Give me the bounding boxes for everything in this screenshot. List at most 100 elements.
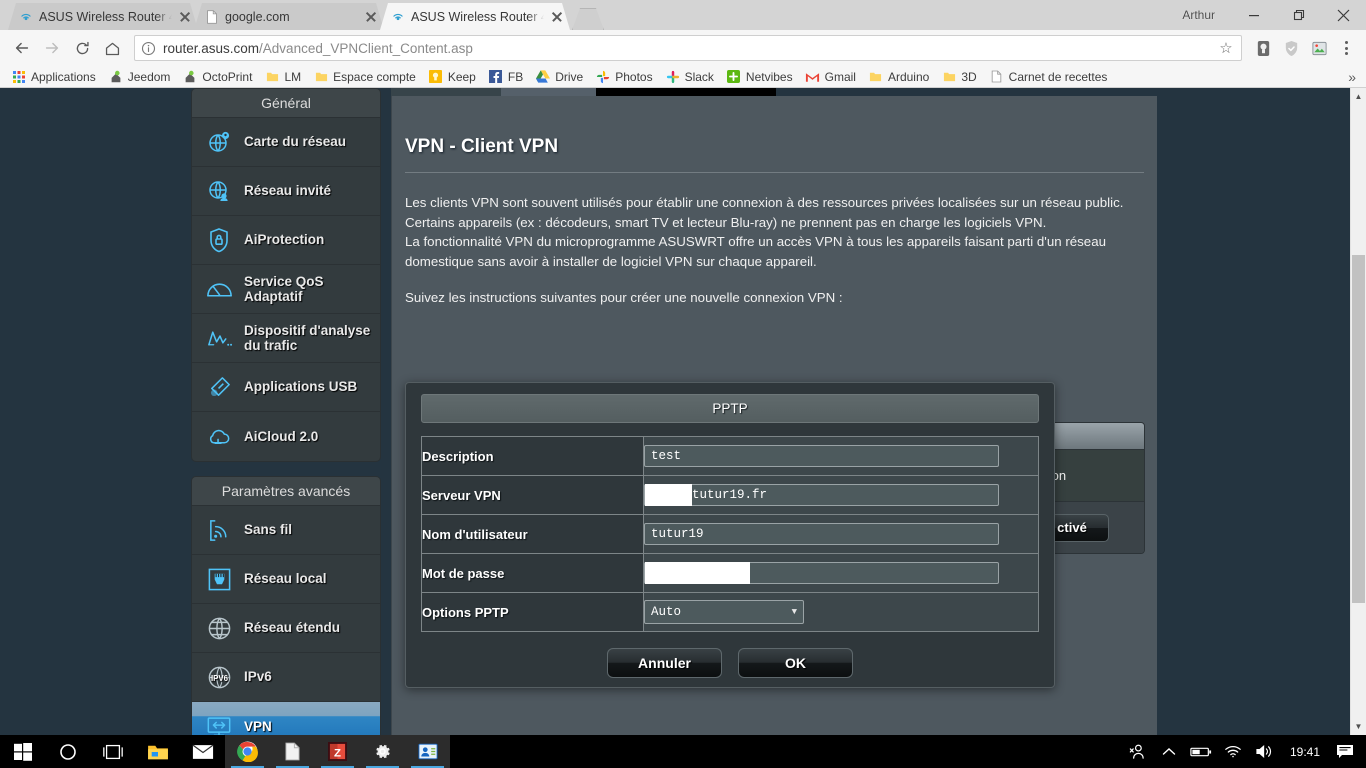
bookmark-jeedom[interactable]: Jeedom: [103, 68, 176, 86]
close-icon[interactable]: [364, 10, 378, 24]
window-user-label[interactable]: Arthur: [1182, 8, 1215, 22]
windows-start-icon[interactable]: [0, 735, 45, 768]
notepad-icon[interactable]: [270, 735, 315, 768]
ok-button[interactable]: OK: [738, 648, 853, 678]
bookmark-slack[interactable]: Slack: [660, 68, 719, 86]
bookmark-netvibes[interactable]: Netvibes: [721, 68, 798, 86]
extension-shield-icon[interactable]: [1278, 35, 1304, 61]
taskbar-clock[interactable]: 19:41: [1282, 745, 1328, 759]
file-explorer-icon[interactable]: [135, 735, 180, 768]
sidebar-item-reseau-etendu[interactable]: Réseau étendu: [192, 604, 380, 653]
form-field-description: test: [643, 436, 1039, 476]
extension-keep-icon[interactable]: [1250, 35, 1276, 61]
bookmark-label: Slack: [684, 69, 714, 84]
bookmark-label: Carnet de recettes: [1008, 69, 1108, 84]
volume-icon[interactable]: [1250, 735, 1280, 768]
back-icon[interactable]: [8, 34, 36, 62]
action-center-icon[interactable]: [1330, 735, 1360, 768]
bookmark-espace-compte[interactable]: Espace compte: [308, 68, 421, 86]
show-hidden-chevron-icon[interactable]: [1154, 735, 1184, 768]
sidebar-item-aiprotection[interactable]: AiProtection: [192, 216, 380, 265]
sidebar-item-dispositif-danalyse-du-trafic[interactable]: Dispositif d'analyse du trafic: [192, 314, 380, 363]
bookmark-star-icon[interactable]: ☆: [1217, 39, 1235, 57]
mail-icon[interactable]: [180, 735, 225, 768]
minimize-icon[interactable]: [1231, 0, 1276, 30]
task-view-icon[interactable]: [90, 735, 135, 768]
chrome-menu-icon[interactable]: [1334, 41, 1358, 55]
people-icon[interactable]: [1122, 735, 1152, 768]
bookmark-label: OctoPrint: [202, 69, 253, 84]
bookmark-gmail[interactable]: Gmail: [800, 68, 861, 86]
browser-tab-1-title: ASUS Wireless Router 4G: [39, 9, 172, 24]
pptp-options-select[interactable]: Auto ▼: [644, 600, 804, 624]
home-icon[interactable]: [98, 34, 126, 62]
battery-icon[interactable]: [1186, 735, 1216, 768]
reload-icon[interactable]: [68, 34, 96, 62]
bookmark-label: Photos: [615, 69, 653, 84]
sidebar-item-service-qos-adaptatif[interactable]: Service QoS Adaptatif: [192, 265, 380, 314]
bookmark-label: Netvibes: [745, 69, 793, 84]
cortana-circle-icon[interactable]: [45, 735, 90, 768]
sidebar-group-general: Général Carte du réseau Réseau invité Ai…: [191, 88, 381, 462]
server-input-value: tutur19.fr: [692, 488, 768, 502]
bookmark-fb[interactable]: FB: [483, 68, 528, 86]
server-input[interactable]: tutur19.fr: [644, 484, 999, 506]
scroll-up-icon[interactable]: ▲: [1351, 88, 1366, 105]
form-row-mot-de-passe: Mot de passe: [421, 553, 1039, 593]
forward-icon[interactable]: [38, 34, 66, 62]
bookmark-keep[interactable]: Keep: [423, 68, 481, 86]
bookmark-arduino[interactable]: Arduino: [863, 68, 934, 86]
tab-serveur-vpn[interactable]: [391, 88, 501, 96]
maximize-restore-icon[interactable]: [1276, 0, 1321, 30]
sidebar-item-aicloud-2-0[interactable]: AiCloud 2.0: [192, 412, 380, 461]
page-scrollbar[interactable]: ▲ ▼: [1350, 88, 1366, 735]
username-input[interactable]: tutur19: [644, 523, 999, 545]
close-window-icon[interactable]: [1321, 0, 1366, 30]
bookmark-drive[interactable]: Drive: [530, 68, 588, 86]
browser-tab-1[interactable]: ASUS Wireless Router 4G: [8, 3, 198, 30]
sidebar-item-sans-fil[interactable]: Sans fil: [192, 506, 380, 555]
extension-screenshot-icon[interactable]: [1306, 35, 1332, 61]
browser-tab-2[interactable]: google.com: [194, 3, 384, 30]
bookmark-lm[interactable]: LM: [259, 68, 306, 86]
new-tab-button[interactable]: [572, 8, 604, 30]
description-line-4: domestique sans avoir à installer de log…: [405, 253, 817, 269]
sidebar-item-applications-usb[interactable]: Applications USB: [192, 363, 380, 412]
octoprint-icon: [182, 69, 198, 85]
cancel-button[interactable]: Annuler: [607, 648, 722, 678]
sidebar-item-vpn[interactable]: VPN: [192, 702, 380, 735]
browser-tab-3[interactable]: ASUS Wireless Router 4G: [380, 3, 570, 30]
bookmarks-overflow-icon[interactable]: »: [1348, 69, 1360, 85]
bookmark-photos[interactable]: Photos: [590, 68, 657, 86]
sidebar-item-label: Réseau étendu: [244, 620, 341, 636]
description-input[interactable]: test: [644, 445, 999, 467]
chrome-icon[interactable]: [225, 735, 270, 768]
bookmark-carnet-de-recettes[interactable]: Carnet de recettes: [984, 68, 1113, 86]
apps-grid-icon: [11, 69, 27, 85]
filezilla-icon[interactable]: Z: [315, 735, 360, 768]
password-input[interactable]: [644, 562, 999, 584]
tabs-filler: [596, 88, 776, 96]
sidebar-item-reseau-invite[interactable]: Réseau invité: [192, 167, 380, 216]
site-info-icon[interactable]: [141, 41, 156, 56]
wifi-icon[interactable]: [1218, 735, 1248, 768]
settings-gear-icon[interactable]: [360, 735, 405, 768]
description-line-1: Les clients VPN sont souvent utilisés po…: [405, 195, 1124, 210]
bookmark-applications[interactable]: Applications: [6, 68, 101, 86]
pptp-dialog-title: PPTP: [421, 394, 1039, 423]
bookmark-octoprint[interactable]: OctoPrint: [177, 68, 257, 86]
sidebar-item-ipv6[interactable]: IPV6 IPv6: [192, 653, 380, 702]
tab-client-vpn[interactable]: [501, 88, 596, 96]
bookmark-3d[interactable]: 3D: [936, 68, 981, 86]
form-field-serveur-vpn: tutur19.fr: [643, 475, 1039, 515]
scrollbar-thumb[interactable]: [1352, 255, 1365, 603]
close-icon[interactable]: [550, 10, 564, 24]
sidebar-item-reseau-local[interactable]: Réseau local: [192, 555, 380, 604]
sidebar-item-carte-du-reseau[interactable]: Carte du réseau: [192, 118, 380, 167]
form-field-options-pptp: Auto ▼: [643, 592, 1039, 632]
contacts-icon[interactable]: [405, 735, 450, 768]
close-icon[interactable]: [178, 10, 192, 24]
scroll-down-icon[interactable]: ▼: [1351, 718, 1366, 735]
address-bar[interactable]: router.asus.com/Advanced_VPNClient_Conte…: [134, 35, 1242, 61]
sidebar-item-label: Dispositif d'analyse du trafic: [244, 322, 371, 353]
